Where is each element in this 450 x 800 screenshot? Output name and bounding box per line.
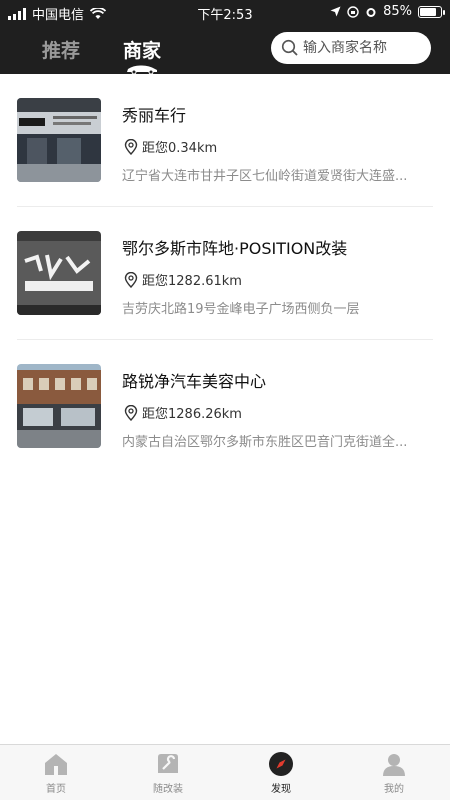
- shop-thumbnail-image: [17, 98, 101, 182]
- nav-mine-label: 我的: [384, 784, 404, 795]
- shop-distance: 距您1286.26km: [124, 403, 242, 422]
- alarm-icon: [366, 7, 376, 17]
- shop-address: 内蒙古自治区鄂尔多斯市东胜区巴音门克街道全...: [122, 435, 408, 450]
- shop-address: 吉劳庆北路19号金峰电子广场西侧负一层: [122, 302, 360, 317]
- user-icon: [383, 754, 405, 776]
- tab-recommend[interactable]: 推荐: [42, 36, 80, 63]
- battery-percent: 85%: [383, 4, 412, 19]
- home-icon: [45, 754, 67, 775]
- shop-address: 辽宁省大连市甘井子区七仙岭街道爱贤街大连盛...: [122, 169, 408, 184]
- lock-rotation-icon: [347, 5, 359, 18]
- shop-item[interactable]: 鄂尔多斯市阵地·POSITION改装 距您1282.61km 吉劳庆北路19号金…: [0, 207, 450, 340]
- car-indicator-icon: [127, 65, 157, 74]
- search-box[interactable]: [271, 32, 431, 64]
- nav-discover-label: 发现: [271, 784, 291, 795]
- status-bar: 中国电信 下午2:53 85%: [0, 0, 450, 24]
- nav-home[interactable]: 首页: [0, 751, 112, 795]
- bottom-nav: 首页 随改装 发现 我的: [0, 744, 450, 800]
- shop-name: 路锐净汽车美容中心: [122, 372, 267, 391]
- location-pin-icon: [124, 138, 138, 155]
- shop-distance-text: 距您1286.26km: [142, 407, 242, 422]
- search-input[interactable]: [303, 40, 421, 56]
- compass-icon: [269, 752, 293, 776]
- shop-distance-text: 距您0.34km: [142, 141, 218, 156]
- location-arrow-icon: [330, 6, 341, 17]
- nav-home-label: 首页: [46, 784, 66, 795]
- location-pin-icon: [124, 404, 138, 421]
- shop-list: 秀丽车行 距您0.34km 辽宁省大连市甘井子区七仙岭街道爱贤街大连盛... 鄂…: [0, 74, 450, 473]
- shop-thumbnail-image: [17, 364, 101, 448]
- top-bar: 中国电信 下午2:53 85% 推荐 商家: [0, 0, 450, 74]
- location-pin-icon: [124, 271, 138, 288]
- nav-modify[interactable]: 随改装: [112, 751, 224, 795]
- search-icon: [281, 39, 298, 56]
- battery-icon: [418, 5, 445, 18]
- tab-shops[interactable]: 商家: [123, 36, 161, 63]
- header-tabs: 推荐 商家: [0, 24, 300, 74]
- shop-item[interactable]: 路锐净汽车美容中心 距您1286.26km 内蒙古自治区鄂尔多斯市东胜区巴音门克…: [0, 340, 450, 473]
- wrench-icon: [158, 754, 178, 773]
- nav-discover[interactable]: 发现: [225, 751, 337, 795]
- shop-distance: 距您1282.61km: [124, 270, 242, 289]
- shop-distance: 距您0.34km: [124, 137, 217, 156]
- shop-distance-text: 距您1282.61km: [142, 274, 242, 289]
- shop-name: 鄂尔多斯市阵地·POSITION改装: [122, 239, 348, 258]
- shop-item[interactable]: 秀丽车行 距您0.34km 辽宁省大连市甘井子区七仙岭街道爱贤街大连盛...: [0, 74, 450, 207]
- nav-mine[interactable]: 我的: [338, 751, 450, 795]
- shop-thumbnail-image: [17, 231, 101, 315]
- shop-name: 秀丽车行: [122, 106, 187, 125]
- nav-modify-label: 随改装: [153, 784, 183, 795]
